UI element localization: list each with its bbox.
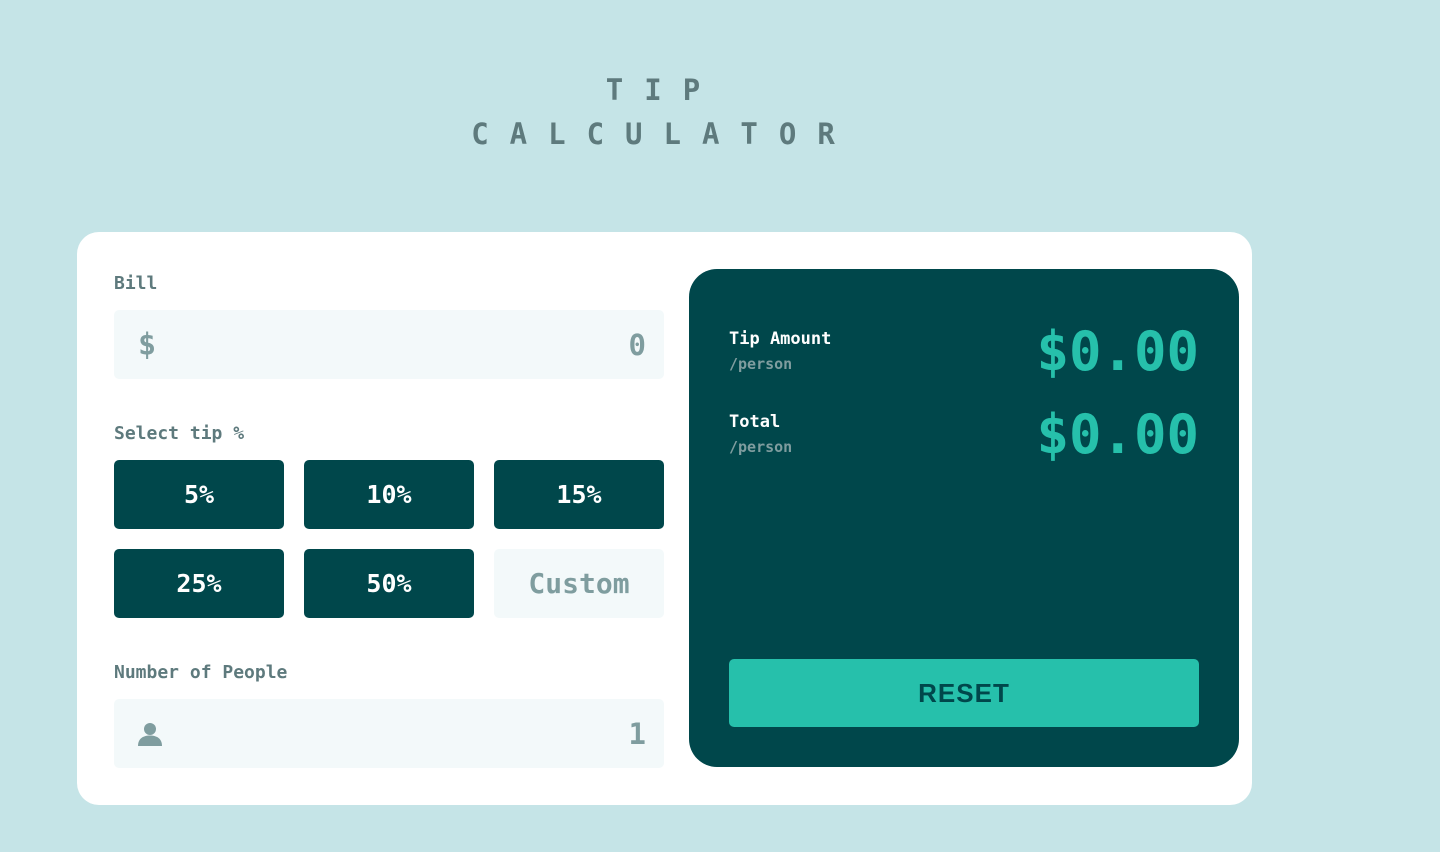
people-label: Number of People bbox=[114, 662, 288, 683]
reset-button[interactable]: RESET bbox=[729, 659, 1199, 727]
tip-amount-sub: /person bbox=[729, 355, 793, 373]
dollar-icon: $ bbox=[138, 327, 157, 362]
tip-5-button[interactable]: 5% bbox=[114, 460, 284, 529]
bill-label: Bill bbox=[114, 273, 158, 294]
app-logo: TIP CALCULATOR bbox=[0, 68, 1306, 156]
page: TIP CALCULATOR Bill $ Select tip % 5% 10… bbox=[0, 0, 1440, 852]
bill-input[interactable] bbox=[184, 310, 646, 379]
tip-25-button[interactable]: 25% bbox=[114, 549, 284, 618]
person-icon bbox=[138, 723, 162, 746]
tip-amount-value: $0.00 bbox=[1036, 320, 1199, 383]
calculator-card: Bill $ Select tip % 5% 10% 15% 25% 50% N… bbox=[77, 232, 1252, 805]
total-value: $0.00 bbox=[1036, 403, 1199, 466]
logo-line-2: CALCULATOR bbox=[471, 117, 856, 151]
tip-10-button[interactable]: 10% bbox=[304, 460, 474, 529]
tip-custom-field bbox=[494, 549, 664, 618]
tip-amount-title: Tip Amount bbox=[729, 329, 832, 349]
total-sub: /person bbox=[729, 438, 793, 456]
bill-field: $ bbox=[114, 310, 664, 379]
tip-15-button[interactable]: 15% bbox=[494, 460, 664, 529]
tip-custom-input[interactable] bbox=[494, 549, 664, 618]
people-field bbox=[114, 699, 664, 768]
tip-50-button[interactable]: 50% bbox=[304, 549, 474, 618]
logo-line-1: TIP bbox=[605, 73, 722, 107]
results-panel: Tip Amount /person $0.00 Total /person $… bbox=[689, 269, 1239, 767]
total-title: Total bbox=[729, 412, 781, 432]
select-tip-label: Select tip % bbox=[114, 423, 245, 444]
people-input[interactable] bbox=[184, 699, 646, 768]
